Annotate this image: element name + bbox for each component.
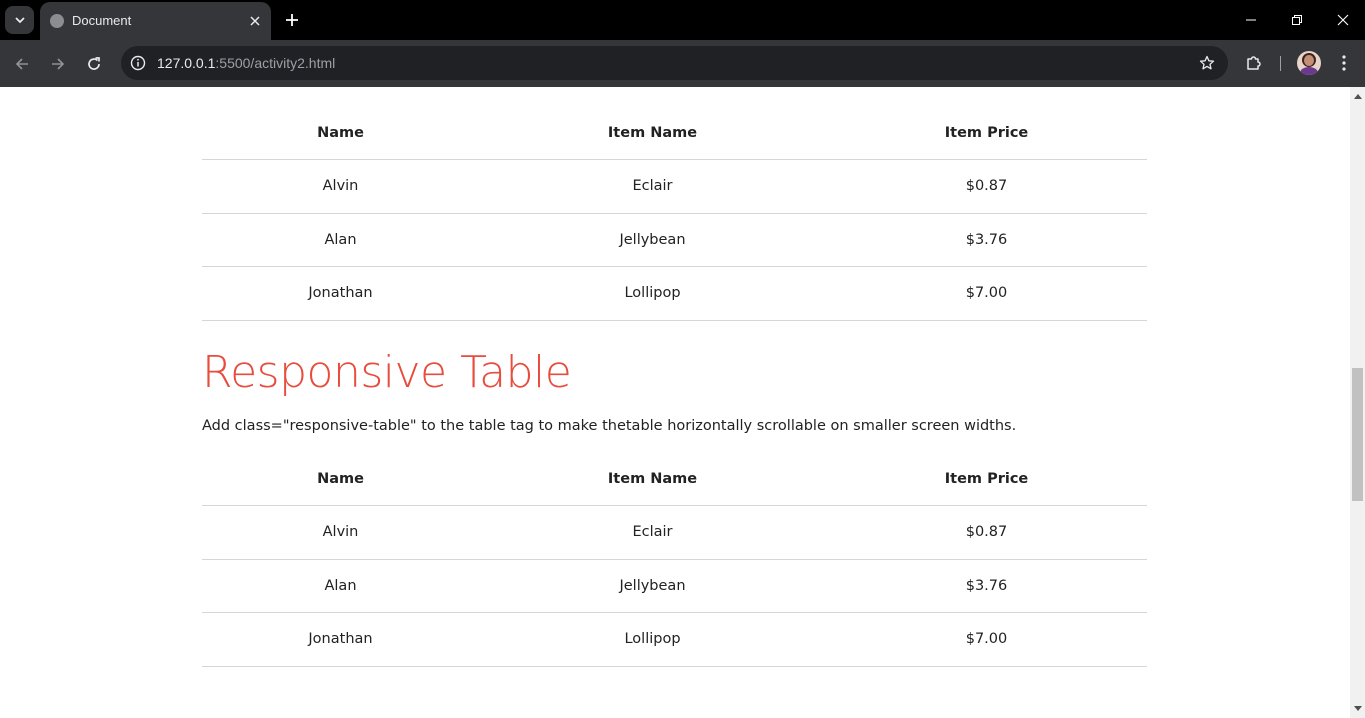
extensions-button[interactable] [1241, 50, 1267, 76]
plus-icon [286, 14, 298, 26]
chevron-down-icon [14, 17, 25, 24]
table-cell: Alan [202, 213, 479, 267]
close-icon [250, 16, 260, 26]
table-cell: Jellybean [479, 559, 826, 613]
table-cell: Jellybean [479, 213, 826, 267]
more-vert-icon [1342, 55, 1346, 71]
close-icon [1337, 14, 1349, 26]
forward-button[interactable] [44, 50, 72, 78]
tab-close-button[interactable] [245, 11, 265, 31]
section-description: Add class="responsive-table" to the tabl… [202, 418, 1017, 434]
toolbar-divider [1280, 56, 1281, 71]
column-header: Item Name [479, 106, 826, 160]
puzzle-icon [1247, 56, 1261, 70]
scrollbar-thumb[interactable] [1352, 368, 1363, 501]
table-cell: Alan [202, 559, 479, 613]
column-header: Name [202, 106, 479, 160]
column-header: Item Price [826, 106, 1147, 160]
table-row: Alvin Eclair $0.87 [202, 159, 1147, 214]
column-header: Name [202, 452, 479, 506]
table-header-row: Name Item Name Item Price [202, 452, 1147, 506]
minimize-icon [1246, 19, 1256, 21]
tab-document[interactable]: Document [40, 2, 271, 40]
table-row: Alvin Eclair $0.87 [202, 505, 1147, 560]
table-1: Name Item Name Item Price Alvin Eclair $… [202, 106, 1147, 321]
arrow-right-icon [52, 58, 65, 70]
restore-button[interactable] [1282, 8, 1312, 32]
table-cell: Jonathan [202, 266, 479, 321]
column-header: Item Name [479, 452, 826, 506]
url-text: 127.0.0.1:5500/activity2.html [157, 55, 335, 71]
restore-icon [1292, 15, 1302, 25]
star-icon [1199, 55, 1215, 70]
section-heading: Responsive Table [202, 347, 572, 398]
table-cell: Alvin [202, 159, 479, 214]
url-path: :5500/activity2.html [215, 55, 336, 71]
table-cell: Jonathan [202, 612, 479, 667]
table-cell: Lollipop [479, 266, 826, 321]
url-host: 127.0.0.1 [157, 55, 216, 71]
browser-menu-button[interactable] [1332, 50, 1356, 76]
tab-search-button[interactable] [5, 6, 34, 34]
profile-avatar[interactable] [1297, 51, 1321, 75]
table-cell: $7.00 [826, 266, 1147, 321]
address-bar[interactable]: 127.0.0.1:5500/activity2.html [121, 46, 1228, 80]
table-cell: Eclair [479, 505, 826, 560]
column-header: Item Price [826, 452, 1147, 506]
scroll-down-arrow-icon[interactable] [1350, 702, 1365, 716]
responsive-table: Name Item Name Item Price Alvin Eclair $… [202, 452, 1147, 667]
table-cell: $0.87 [826, 159, 1147, 214]
table-row: Alan Jellybean $3.76 [202, 213, 1147, 267]
close-window-button[interactable] [1328, 8, 1358, 32]
globe-icon [50, 14, 64, 28]
table-row: Jonathan Lollipop $7.00 [202, 266, 1147, 321]
back-button[interactable] [8, 50, 36, 78]
table-row: Jonathan Lollipop $7.00 [202, 612, 1147, 667]
minimize-button[interactable] [1236, 8, 1266, 32]
table-cell: $3.76 [826, 559, 1147, 613]
reload-icon [88, 57, 100, 70]
table-cell: $7.00 [826, 612, 1147, 667]
table-cell: $0.87 [826, 505, 1147, 560]
reload-button[interactable] [80, 50, 108, 78]
browser-toolbar: 127.0.0.1:5500/activity2.html [0, 40, 1365, 87]
table-cell: Alvin [202, 505, 479, 560]
arrow-left-icon [15, 58, 28, 70]
table-header-row: Name Item Name Item Price [202, 106, 1147, 160]
new-tab-button[interactable] [280, 8, 304, 32]
table-cell: Eclair [479, 159, 826, 214]
scroll-up-arrow-icon[interactable] [1350, 89, 1365, 103]
table-cell: $3.76 [826, 213, 1147, 267]
site-info-icon[interactable] [129, 54, 147, 72]
tab-strip: Document [0, 0, 1365, 40]
page-viewport: Name Item Name Item Price Alvin Eclair $… [0, 87, 1350, 718]
table-row: Alan Jellybean $3.76 [202, 559, 1147, 613]
table-cell: Lollipop [479, 612, 826, 667]
tab-title: Document [72, 13, 132, 28]
vertical-scrollbar[interactable] [1350, 87, 1365, 718]
bookmark-button[interactable] [1196, 52, 1218, 74]
